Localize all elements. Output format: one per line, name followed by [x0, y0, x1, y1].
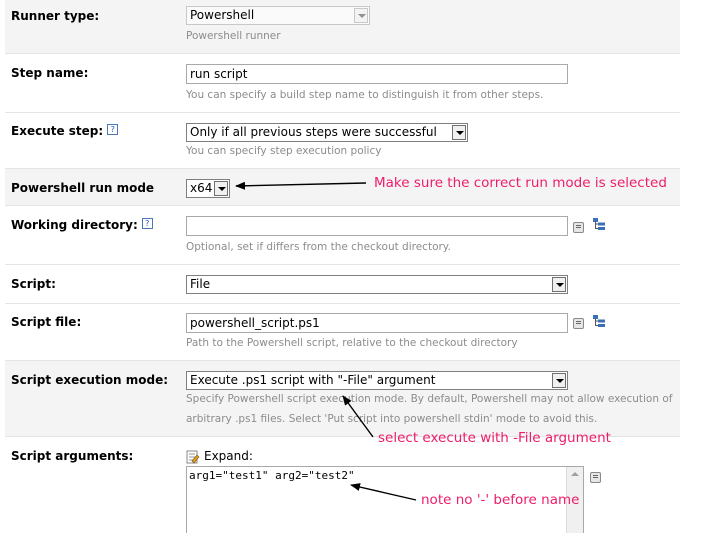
chevron-down-icon	[552, 373, 566, 388]
script-execution-mode-note-1: Specify Powershell script execution mode…	[186, 393, 673, 405]
script-label: Script:	[11, 277, 56, 291]
script-execution-mode-note-2: arbitrary .ps1 files. Select 'Put script…	[186, 413, 598, 425]
run-mode-select[interactable]: x64	[186, 179, 230, 198]
script-arguments-label: Script arguments:	[11, 449, 134, 463]
chevron-down-icon	[354, 8, 368, 23]
working-directory-input[interactable]	[186, 216, 568, 236]
runner-type-value: Powershell	[190, 8, 255, 22]
script-file-note: Path to the Powershell script, relative …	[186, 337, 518, 349]
file-tree-icon[interactable]	[593, 218, 605, 232]
run-mode-value: x64	[190, 181, 213, 195]
runner-type-label: Runner type:	[11, 9, 100, 23]
run-mode-label: Powershell run mode	[11, 181, 155, 195]
script-value: File	[190, 277, 211, 291]
chevron-down-icon	[452, 125, 466, 140]
chevron-down-icon	[214, 181, 228, 196]
expand-icon	[186, 450, 200, 464]
working-directory-label: Working directory:	[11, 218, 138, 232]
execute-step-value: Only if all previous steps were successf…	[190, 125, 437, 139]
runner-type-select[interactable]: Powershell	[186, 6, 370, 25]
list-icon[interactable]	[573, 318, 584, 329]
script-execution-mode-select[interactable]: Execute .ps1 script with "-File" argumen…	[186, 371, 568, 390]
working-directory-label-wrap: Working directory:?	[11, 218, 153, 232]
build-step-form: Runner type: Powershell Powershell runne…	[0, 0, 680, 533]
help-icon[interactable]: ?	[141, 218, 153, 229]
list-icon[interactable]	[590, 472, 601, 483]
step-name-note: You can specify a build step name to dis…	[186, 89, 544, 101]
annotation-no-dash: note no '-' before name	[421, 492, 580, 508]
script-execution-mode-value: Execute .ps1 script with "-File" argumen…	[190, 373, 436, 387]
working-directory-note: Optional, set if differs from the checko…	[186, 241, 451, 253]
chevron-down-icon	[552, 277, 566, 292]
execute-step-label-wrap: Execute step:?	[11, 124, 119, 138]
execute-step-label: Execute step:	[11, 124, 104, 138]
expand-label: Expand:	[204, 449, 253, 463]
annotation-file-argument: select execute with -File argument	[378, 430, 611, 446]
script-file-label: Script file:	[11, 315, 82, 329]
file-tree-icon[interactable]	[593, 315, 605, 329]
script-select[interactable]: File	[186, 275, 568, 294]
step-name-input[interactable]: run script	[186, 64, 568, 84]
script-arguments-value: arg1="test1" arg2="test2"	[189, 469, 355, 482]
execute-step-select[interactable]: Only if all previous steps were successf…	[186, 123, 468, 142]
step-name-label: Step name:	[11, 66, 89, 80]
list-icon[interactable]	[573, 222, 584, 233]
execute-step-note: You can specify step execution policy	[186, 145, 382, 157]
annotation-run-mode: Make sure the correct run mode is select…	[374, 175, 667, 191]
runner-type-note: Powershell runner	[186, 30, 281, 42]
help-icon[interactable]: ?	[107, 124, 119, 135]
script-file-input[interactable]: powershell_script.ps1	[186, 313, 568, 333]
scroll-up-icon[interactable]	[571, 472, 579, 476]
script-execution-mode-label: Script execution mode:	[11, 373, 169, 387]
